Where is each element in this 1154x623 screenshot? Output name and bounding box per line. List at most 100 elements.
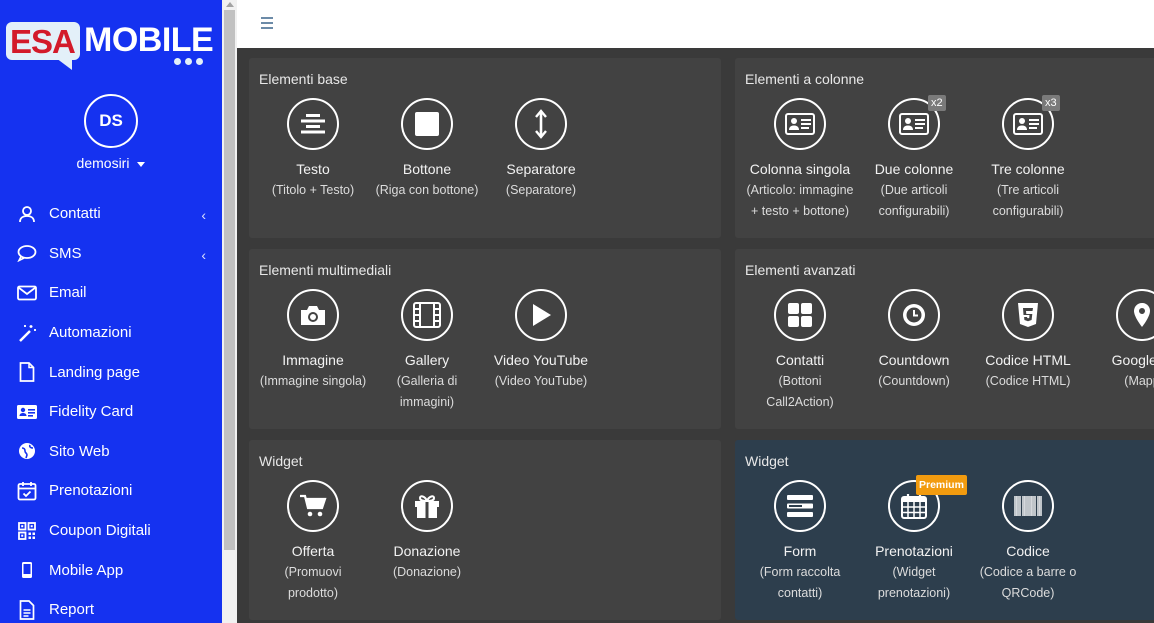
menu-toggle-icon[interactable] — [261, 17, 273, 29]
element-desc: (Promuovi prodotto) — [284, 565, 342, 600]
element-desc: (Video YouTube) — [494, 374, 588, 388]
element-desc: (Widget prenotazioni) — [877, 565, 951, 600]
element-name: Due colonne — [874, 161, 954, 177]
element-desc: (Galleria di immagini) — [396, 374, 458, 409]
element-name: Video YouTube — [493, 352, 589, 368]
nav-item-sms[interactable]: SMS ‹ — [0, 234, 222, 274]
element-desc: (Articolo: immagine + testo + bottone) — [746, 183, 854, 218]
chat-bubble-icon — [16, 242, 38, 264]
element-desc: (Countdown) — [878, 374, 950, 388]
element-prenotazioni[interactable]: Premium Prenotazioni (Widget prenotazion… — [857, 475, 971, 604]
element-name: Donazione — [393, 543, 461, 559]
nav-item-automazioni[interactable]: Automazioni — [0, 313, 222, 353]
report-icon — [16, 599, 38, 621]
qrcode-icon — [16, 520, 38, 542]
arrows-vertical-icon — [515, 98, 567, 150]
sidebar-nav: Contatti ‹ SMS ‹ Email Automazioni Landi… — [0, 194, 222, 623]
count-badge: x3 — [1042, 95, 1060, 111]
esamobile-logo[interactable]: ESA MOBILE — [6, 18, 214, 70]
caret-down-icon — [137, 161, 146, 167]
nav-item-prenotazioni[interactable]: Prenotazioni — [0, 471, 222, 511]
panel-elementi-base: Elementi base Testo (Titolo + Testo) Bot… — [249, 58, 721, 238]
element-desc: (Mapp — [1124, 374, 1154, 388]
panel-title: Elementi a colonne — [745, 71, 865, 87]
align-center-icon — [287, 98, 339, 150]
count-badge: x2 — [928, 95, 946, 111]
envelope-icon — [16, 282, 38, 304]
top-bar — [237, 0, 1154, 48]
element-name: Colonna singola — [749, 161, 851, 177]
element-contatti[interactable]: Contatti (Bottoni Call2Action) — [743, 289, 857, 413]
nav-label: Fidelity Card — [49, 403, 134, 421]
mobile-icon — [16, 559, 38, 581]
nav-item-coupon-digitali[interactable]: Coupon Digitali — [0, 511, 222, 551]
element-video-youtube[interactable]: Video YouTube (Video YouTube) — [484, 289, 598, 392]
element-desc: (Form raccolta contatti) — [759, 565, 841, 600]
clock-icon — [888, 289, 940, 341]
sidebar: ESA MOBILE DS demosiri Contatti ‹ SMS ‹ … — [0, 0, 222, 623]
panel-title: Elementi multimediali — [259, 262, 392, 278]
panel-elementi-multimediali: Elementi multimediali Immagine (Immagine… — [249, 249, 721, 429]
element-desc: (Donazione) — [392, 565, 462, 579]
element-name: Contatti — [775, 352, 825, 368]
nav-item-fidelity-card[interactable]: Fidelity Card — [0, 392, 222, 432]
nav-label: Email — [49, 284, 87, 302]
calendar-check-icon — [16, 480, 38, 502]
element-due-colonne[interactable]: x2 Due colonne (Due articoli configurabi… — [857, 95, 971, 222]
nav-label: Contatti — [49, 205, 101, 223]
calendar-icon: Premium — [888, 475, 967, 532]
element-name: Countdown — [878, 352, 950, 368]
nav-item-report[interactable]: Report — [0, 590, 222, 623]
avatar[interactable]: DS — [84, 94, 138, 148]
element-name: Offerta — [291, 543, 335, 559]
element-google-maps[interactable]: Google m (Mapp — [1085, 289, 1154, 392]
nav-item-contatti[interactable]: Contatti ‹ — [0, 194, 222, 234]
element-name: Testo — [296, 161, 330, 177]
logo-mobile-text: MOBILE — [84, 21, 214, 59]
magic-wand-icon — [16, 322, 38, 344]
element-tre-colonne[interactable]: x3 Tre colonne (Tre articoli configurabi… — [971, 95, 1085, 222]
element-codice[interactable]: Codice (Codice a barre o QRCode) — [971, 480, 1085, 604]
grid-icon — [774, 289, 826, 341]
logo-dots — [174, 58, 203, 65]
panel-elementi-avanzati: Elementi avanzati Contatti (Bottoni Call… — [735, 249, 1154, 429]
element-bottone[interactable]: Bottone (Riga con bottone) — [370, 98, 484, 201]
element-gallery[interactable]: Gallery (Galleria di immagini) — [370, 289, 484, 413]
element-name: Codice — [1006, 543, 1050, 559]
square-icon — [401, 98, 453, 150]
element-separatore[interactable]: Separatore (Separatore) — [484, 98, 598, 201]
element-colonna-singola[interactable]: Colonna singola (Articolo: immagine + te… — [743, 98, 857, 222]
element-name: Codice HTML — [985, 352, 1071, 368]
logo-esa-text: ESA — [10, 23, 76, 60]
element-offerta[interactable]: Offerta (Promuovi prodotto) — [256, 480, 370, 604]
element-countdown[interactable]: Countdown (Countdown) — [857, 289, 971, 392]
panel-widget-right: Widget Form (Form raccolta contatti) Pre… — [735, 440, 1154, 620]
play-icon — [515, 289, 567, 341]
nav-item-email[interactable]: Email — [0, 273, 222, 313]
id-card-icon — [16, 401, 38, 423]
element-name: Tre colonne — [991, 161, 1065, 177]
element-codice-html[interactable]: Codice HTML (Codice HTML) — [971, 289, 1085, 392]
panel-title: Widget — [745, 453, 789, 469]
element-donazione[interactable]: Donazione (Donazione) — [370, 480, 484, 583]
barcode-icon — [1002, 480, 1054, 532]
element-immagine[interactable]: Immagine (Immagine singola) — [256, 289, 370, 392]
element-desc: (Immagine singola) — [259, 374, 367, 388]
nav-item-sito-web[interactable]: Sito Web — [0, 432, 222, 472]
element-name: Google m — [1111, 352, 1154, 368]
html5-icon — [1002, 289, 1054, 341]
nav-label: Report — [49, 601, 95, 619]
element-name: Prenotazioni — [875, 543, 953, 559]
element-name: Separatore — [506, 161, 576, 177]
element-form[interactable]: Form (Form raccolta contatti) — [743, 480, 857, 604]
film-icon — [401, 289, 453, 341]
file-icon — [16, 361, 38, 383]
nav-item-mobile-app[interactable]: Mobile App — [0, 550, 222, 590]
element-testo[interactable]: Testo (Titolo + Testo) — [256, 98, 370, 201]
user-icon — [16, 203, 38, 225]
user-menu[interactable]: demosiri — [0, 155, 222, 171]
sidebar-scrollbar-thumb[interactable] — [224, 10, 235, 550]
premium-badge: Premium — [916, 475, 967, 495]
nav-item-landing-page[interactable]: Landing page — [0, 352, 222, 392]
scroll-up-arrow-icon[interactable] — [226, 2, 234, 7]
